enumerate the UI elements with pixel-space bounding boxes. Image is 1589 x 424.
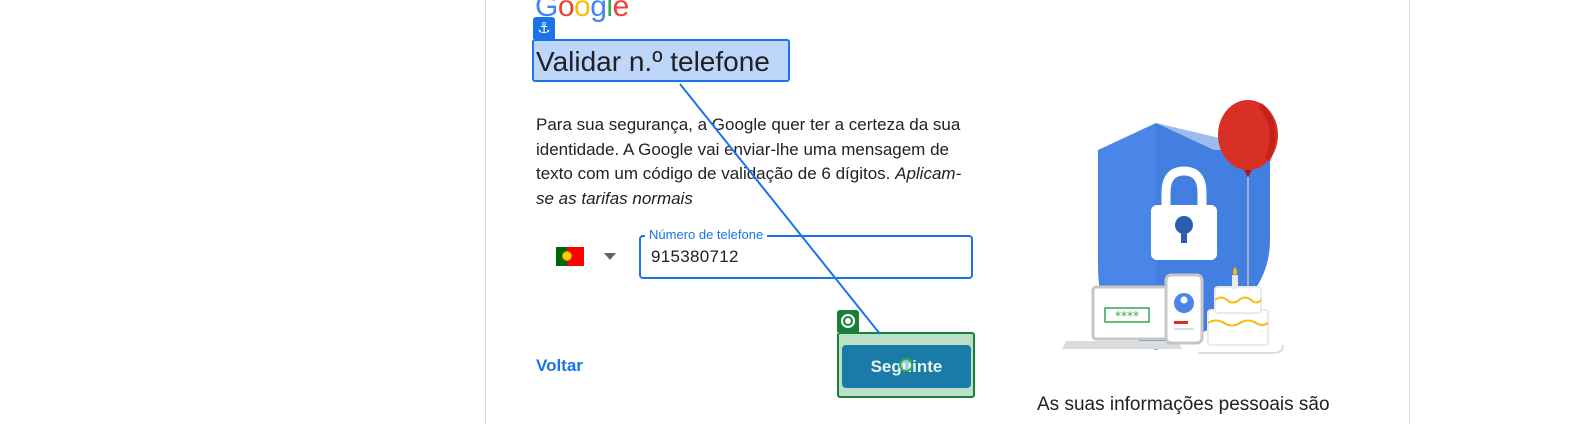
country-select[interactable] — [548, 236, 628, 278]
privacy-text: As suas informações pessoais são — [1037, 394, 1330, 415]
chevron-down-icon — [604, 253, 616, 260]
signup-page: Google ⚓ Validar n.º telefone Para sua s… — [0, 0, 1589, 424]
avatar-head — [1180, 296, 1188, 304]
logo-letter: o — [574, 0, 591, 23]
logo-letter: g — [590, 0, 607, 23]
card-border-left — [485, 0, 486, 424]
phone-line-grey — [1174, 328, 1194, 330]
logo-letter: o — [557, 0, 575, 23]
target-icon — [837, 310, 859, 332]
page-title: Validar n.º telefone — [536, 46, 770, 77]
anchor-icon: ⚓ — [533, 17, 555, 39]
cake-plate — [1198, 344, 1284, 354]
phone-number-input[interactable]: 915380712 — [651, 246, 739, 268]
connector-line — [679, 83, 881, 335]
card-border-right — [1409, 0, 1410, 424]
click-cursor-icon — [899, 358, 913, 372]
portugal-flag-icon — [556, 247, 584, 266]
laptop-base — [1062, 341, 1182, 349]
logo-letter: e — [612, 0, 630, 23]
phone-line-red — [1174, 321, 1188, 324]
password-mask: **** — [1115, 309, 1139, 323]
keyhole-slot — [1181, 229, 1187, 243]
cake-bottom — [1207, 309, 1269, 346]
security-illustration: **** — [1062, 100, 1284, 354]
candle-icon — [1232, 275, 1238, 289]
phone-number-label: Número de telefone — [645, 228, 768, 242]
back-button[interactable]: Voltar — [536, 355, 583, 377]
verification-description: Para sua segurança, a Google quer ter a … — [536, 113, 976, 211]
